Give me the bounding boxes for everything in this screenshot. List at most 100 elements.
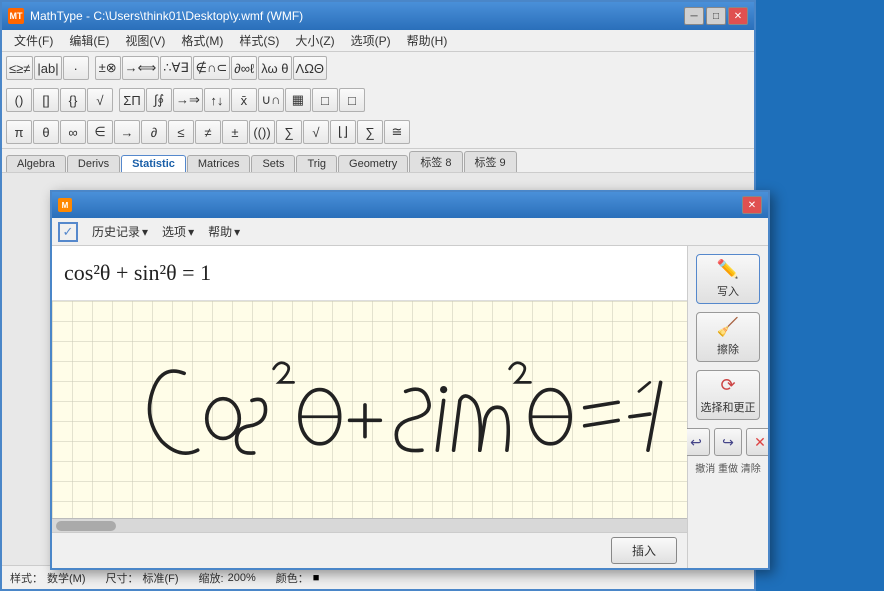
tool-pm2[interactable]: ±	[222, 120, 248, 144]
menu-format[interactable]: 格式(M)	[173, 30, 231, 51]
tool-sqrt2[interactable]: √	[303, 120, 329, 144]
history-arrow-icon: ▾	[142, 225, 148, 239]
tool-arrow[interactable]: →⟺	[122, 56, 160, 80]
tool-sum2[interactable]: ∑	[276, 120, 302, 144]
redo-label: 重做	[718, 464, 738, 475]
tab-geometry[interactable]: Geometry	[338, 155, 408, 172]
menu-edit[interactable]: 编辑(E)	[61, 30, 117, 51]
tool-approx[interactable]: ≅	[384, 120, 410, 144]
tool-grid[interactable]: ▦	[285, 88, 311, 112]
tab-trig[interactable]: Trig	[296, 155, 337, 172]
dialog-close-button[interactable]: ✕	[742, 196, 762, 214]
tool-arrows2[interactable]: →⇒	[173, 88, 203, 112]
size-value[interactable]: 标准(F)	[143, 570, 179, 586]
tool-infty[interactable]: ∞	[60, 120, 86, 144]
tool-brace[interactable]: {}	[60, 88, 86, 112]
select-label: 选择和更正	[701, 399, 756, 415]
tool-partial[interactable]: ∂∞ℓ	[231, 56, 257, 80]
minimize-button[interactable]: ─	[684, 7, 704, 25]
tool-lambda[interactable]: λω θ	[258, 56, 291, 80]
tool-sum3[interactable]: ∑	[357, 120, 383, 144]
tool-leq2[interactable]: ≤	[168, 120, 194, 144]
menu-help[interactable]: 帮助(H)	[399, 30, 456, 51]
app-icon: MT	[8, 8, 24, 24]
menu-history-label: 历史记录	[92, 223, 140, 240]
menu-style[interactable]: 样式(S)	[231, 30, 287, 51]
maximize-button[interactable]: □	[706, 7, 726, 25]
tool-pi[interactable]: π	[6, 120, 32, 144]
scroll-thumb[interactable]	[56, 521, 116, 531]
tool-dparen[interactable]: (())	[249, 120, 275, 144]
tool-union[interactable]: ∪∩	[258, 88, 284, 112]
tool-partial2[interactable]: ∂	[141, 120, 167, 144]
erase-label: 擦除	[717, 341, 739, 357]
status-style: 样式： 数学(M)	[10, 570, 86, 586]
clear-label: 清除	[741, 464, 761, 475]
check-icon: ✓	[63, 224, 74, 240]
insert-area: 插入	[52, 532, 687, 568]
menu-help-label: 帮助	[208, 223, 232, 240]
clear-button[interactable]: ✕	[746, 428, 768, 456]
write-button[interactable]: ✏️ 写入	[696, 254, 760, 304]
tool-paren[interactable]: ()	[6, 88, 32, 112]
tool-floor[interactable]: ⌊⌋	[330, 120, 356, 144]
style-value[interactable]: 数学(M)	[47, 570, 86, 586]
color-value: ■	[313, 572, 320, 584]
undo-icon: ↩	[690, 434, 702, 451]
close-button[interactable]: ✕	[728, 7, 748, 25]
tool-sqrt[interactable]: √	[87, 88, 113, 112]
dialog-menu: ✓ 历史记录 ▾ 选项 ▾ 帮助 ▾	[52, 218, 768, 246]
tool-neq[interactable]: ≠	[195, 120, 221, 144]
status-size: 尺寸： 标准(F)	[106, 570, 179, 586]
window-title: MathType - C:\Users\think01\Desktop\y.wm…	[30, 9, 303, 23]
tool-ud-arrows[interactable]: ↑↓	[204, 88, 230, 112]
right-panel: ✏️ 写入 🧹 擦除 ⟳ 选择和更正 ↩ ↪ ✕	[688, 246, 768, 568]
menu-file[interactable]: 文件(F)	[6, 30, 61, 51]
tool-abs[interactable]: |ab|	[34, 56, 61, 80]
select-correct-button[interactable]: ⟳ 选择和更正	[696, 370, 760, 420]
tab-derivs[interactable]: Derivs	[67, 155, 120, 172]
tab-algebra[interactable]: Algebra	[6, 155, 66, 172]
tool-rightarrow[interactable]: →	[114, 120, 140, 144]
dialog-title-controls: ✕	[742, 196, 762, 214]
drawing-canvas[interactable]	[52, 301, 687, 518]
menu-dialog-options[interactable]: 选项 ▾	[156, 221, 200, 242]
menu-view[interactable]: 视图(V)	[117, 30, 173, 51]
dialog-icon: M	[58, 198, 72, 212]
tool-theta[interactable]: θ	[33, 120, 59, 144]
tool-frac[interactable]: □	[312, 88, 338, 112]
tool-in[interactable]: ∈	[87, 120, 113, 144]
menu-history[interactable]: 历史记录 ▾	[86, 221, 154, 242]
small-buttons: ↩ ↪ ✕	[682, 428, 768, 456]
menu-dialog-help[interactable]: 帮助 ▾	[202, 221, 246, 242]
tool-overline[interactable]: x̄	[231, 88, 257, 112]
tool-dot[interactable]: ·	[63, 56, 89, 80]
erase-button[interactable]: 🧹 擦除	[696, 312, 760, 362]
zoom-label: 缩放:	[199, 570, 224, 586]
insert-button[interactable]: 插入	[611, 537, 677, 564]
tool-lambda2[interactable]: ΛΩΘ	[293, 56, 328, 80]
tool-therefore[interactable]: ∴∀∃	[160, 56, 191, 80]
tool-notin[interactable]: ∉∩⊂	[193, 56, 231, 80]
tool-integral[interactable]: ∫∮	[146, 88, 172, 112]
tool-sum[interactable]: ΣΠ	[119, 88, 145, 112]
tab-matrices[interactable]: Matrices	[187, 155, 251, 172]
menu-size[interactable]: 大小(Z)	[287, 30, 342, 51]
tab-label9[interactable]: 标签 9	[464, 151, 517, 172]
formula-preview-text: cos²θ + sin²θ = 1	[64, 260, 211, 286]
toolbar-area: ≤≥≠ |ab| · ±⊗ →⟺ ∴∀∃ ∉∩⊂ ∂∞ℓ λω θ ΛΩΘ ()…	[2, 52, 754, 149]
tab-statistic[interactable]: Statistic	[121, 155, 186, 172]
tool-misc[interactable]: □	[339, 88, 365, 112]
tool-plusminus[interactable]: ±⊗	[95, 56, 121, 80]
menu-options[interactable]: 选项(P)	[343, 30, 399, 51]
handwritten-formula-svg	[52, 301, 687, 518]
undo-label: 撤消	[695, 464, 715, 475]
tab-sets[interactable]: Sets	[251, 155, 295, 172]
tool-leq[interactable]: ≤≥≠	[6, 56, 33, 80]
dialog-checkbox[interactable]: ✓	[58, 222, 78, 242]
horizontal-scrollbar[interactable]	[52, 518, 687, 532]
tab-row: Algebra Derivs Statistic Matrices Sets T…	[2, 149, 754, 173]
tab-label8[interactable]: 标签 8	[409, 151, 462, 172]
redo-button[interactable]: ↪	[714, 428, 742, 456]
tool-bracket[interactable]: []	[33, 88, 59, 112]
